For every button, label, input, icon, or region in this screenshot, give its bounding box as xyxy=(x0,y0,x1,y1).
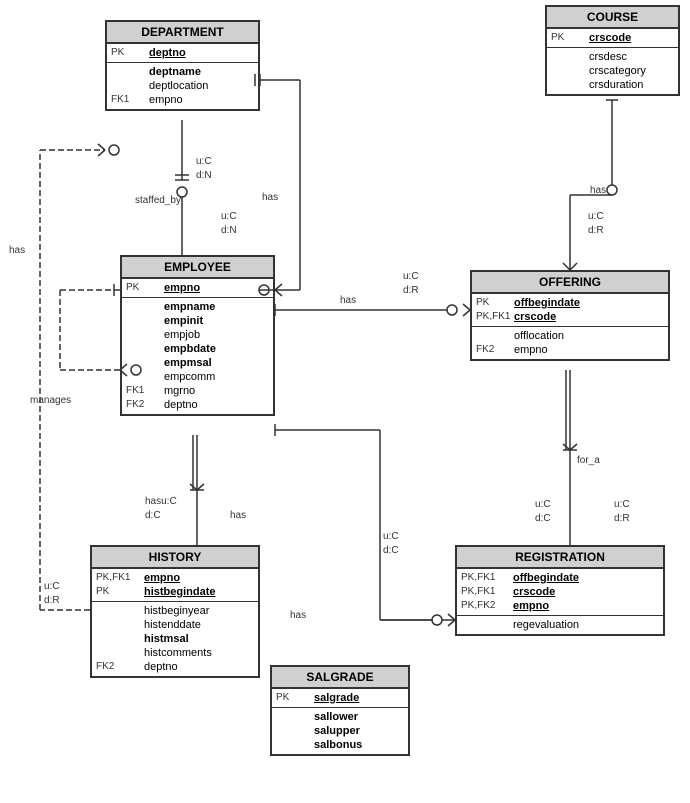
entity-history: HISTORY PK,FK1 empno PK histbegindate hi… xyxy=(90,545,260,678)
attr-crsdesc: crsdesc xyxy=(589,51,627,63)
entity-offering-pk: PK offbegindate PK,FK1 crscode xyxy=(472,294,668,327)
attr-off-crscode: crscode xyxy=(514,311,556,323)
attr-histenddate: histenddate xyxy=(144,619,201,631)
entity-history-attrs: histbeginyear histenddate histmsal histc… xyxy=(92,602,258,676)
label-has-hist-reg: has xyxy=(290,610,306,621)
attr-deptno: deptno xyxy=(149,47,186,59)
entity-course-pk: PK crscode xyxy=(547,29,678,48)
erd-diagram: DEPARTMENT PK deptno deptname deptlocati… xyxy=(0,0,690,803)
attr-histbegindate: histbegindate xyxy=(144,586,216,598)
attr-hist-deptno: deptno xyxy=(144,661,178,673)
attr-empname: empname xyxy=(164,301,215,313)
label-has-left: has xyxy=(9,245,25,256)
attr-offbegindate: offbegindate xyxy=(514,297,580,309)
attr-reg-crscode: crscode xyxy=(513,586,555,598)
entity-salgrade-pk: PK salgrade xyxy=(272,689,408,708)
label-for-a: for_a xyxy=(577,455,600,466)
entity-course-attrs: crsdesc crscategory crsduration xyxy=(547,48,678,94)
label-uc-dn-dept: u:Cd:N xyxy=(196,155,212,183)
entity-department: DEPARTMENT PK deptno deptname deptlocati… xyxy=(105,20,260,111)
label-has-dept-emp: has xyxy=(262,192,278,203)
label-uc-dr-offering: u:Cd:R xyxy=(403,270,419,298)
attr-empinit: empinit xyxy=(164,315,203,327)
entity-offering-attrs: offlocation FK2 empno xyxy=(472,327,668,359)
pk-label: PK xyxy=(111,47,149,58)
label-manages: manages xyxy=(30,395,71,406)
label-uc-dr-reg: u:Cd:R xyxy=(614,498,630,526)
entity-registration-pk: PK,FK1 offbegindate PK,FK1 crscode PK,FK… xyxy=(457,569,663,616)
attr-salgrade: salgrade xyxy=(314,692,359,704)
attr-histmsal: histmsal xyxy=(144,633,189,645)
attr-histbeginyear: histbeginyear xyxy=(144,605,209,617)
label-uc-dn-hist: u:Cd:R xyxy=(44,580,60,608)
attr-empjob: empjob xyxy=(164,329,200,341)
attr-crscode: crscode xyxy=(589,32,631,44)
entity-employee-attrs: empname empinit empjob empbdate empmsal … xyxy=(122,298,273,414)
entity-employee: EMPLOYEE PK empno empname empinit empjob xyxy=(120,255,275,416)
label-has-course: has xyxy=(590,185,606,196)
attr-empmsal: empmsal xyxy=(164,357,212,369)
entity-registration-attrs: regevaluation xyxy=(457,616,663,634)
label-has-emp-hist: has xyxy=(230,510,246,521)
label-uc-dr-course: u:Cd:R xyxy=(588,210,604,238)
attr-hist-empno: empno xyxy=(144,572,180,584)
attr-salbonus: salbonus xyxy=(314,739,362,751)
attr-crsduration: crsduration xyxy=(589,79,643,91)
entity-salgrade: SALGRADE PK salgrade sallower salupper s… xyxy=(270,665,410,756)
entity-department-attrs: deptname deptlocation FK1 empno xyxy=(107,63,258,109)
attr-deptlocation: deptlocation xyxy=(149,80,208,92)
attr-histcomments: histcomments xyxy=(144,647,212,659)
entity-offering: OFFERING PK offbegindate PK,FK1 crscode … xyxy=(470,270,670,361)
entity-employee-pk: PK empno xyxy=(122,279,273,298)
entity-history-pk: PK,FK1 empno PK histbegindate xyxy=(92,569,258,602)
entity-course-header: COURSE xyxy=(547,7,678,29)
attr-salupper: salupper xyxy=(314,725,360,737)
attr-mgrno: mgrno xyxy=(164,385,195,397)
label-hasu-dc: hasu:Cd:C xyxy=(145,495,177,523)
attr-dept-empno: empno xyxy=(149,94,183,106)
attr-deptname: deptname xyxy=(149,66,201,78)
entity-course: COURSE PK crscode crsdesc crscategory cr… xyxy=(545,5,680,96)
entity-employee-header: EMPLOYEE xyxy=(122,257,273,279)
entity-salgrade-header: SALGRADE xyxy=(272,667,408,689)
attr-sallower: sallower xyxy=(314,711,358,723)
attr-crscategory: crscategory xyxy=(589,65,646,77)
entity-department-header: DEPARTMENT xyxy=(107,22,258,44)
attr-empno: empno xyxy=(164,282,200,294)
entity-registration-header: REGISTRATION xyxy=(457,547,663,569)
attr-off-empno: empno xyxy=(514,344,548,356)
entity-registration: REGISTRATION PK,FK1 offbegindate PK,FK1 … xyxy=(455,545,665,636)
attr-emp-deptno: deptno xyxy=(164,399,198,411)
attr-empcomm: empcomm xyxy=(164,371,215,383)
attr-empbdate: empbdate xyxy=(164,343,216,355)
entity-history-header: HISTORY xyxy=(92,547,258,569)
label-uc-dn-emp: u:Cd:N xyxy=(221,210,237,238)
label-staffed-by: staffed_by xyxy=(135,195,181,206)
label-has-emp-off: has xyxy=(340,295,356,306)
entity-salgrade-attrs: sallower salupper salbonus xyxy=(272,708,408,754)
entity-offering-header: OFFERING xyxy=(472,272,668,294)
attr-regevaluation: regevaluation xyxy=(513,619,579,631)
entity-department-pk: PK deptno xyxy=(107,44,258,63)
attr-reg-empno: empno xyxy=(513,600,549,612)
label-uc-dc-hist-reg: u:Cd:C xyxy=(383,530,399,558)
attr-reg-offbegindate: offbegindate xyxy=(513,572,579,584)
label-uc-dc-reg: u:Cd:C xyxy=(535,498,551,526)
attr-offlocation: offlocation xyxy=(514,330,564,342)
